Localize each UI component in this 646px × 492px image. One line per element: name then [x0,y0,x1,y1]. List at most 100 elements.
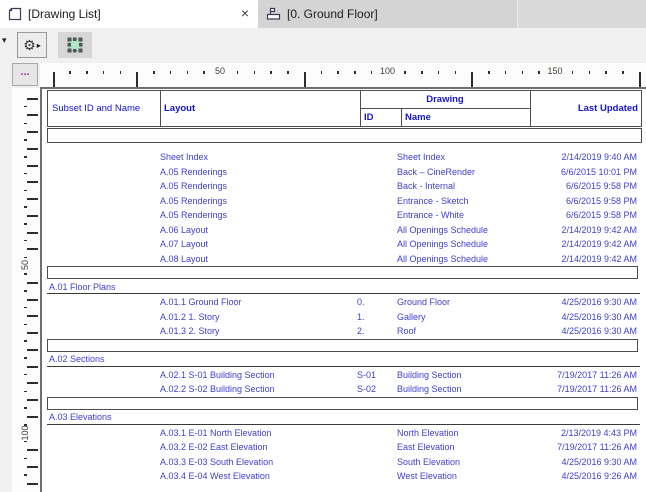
ruler-tick [27,131,38,133]
ruler-tick [136,72,139,87]
table-row: A.05 Renderings Entrance - Sketch 6/6/2015… [47,194,640,209]
table-row: A.02.1 S-01 Building Section S-01 Building… [47,368,640,383]
cell-updated: 2/14/2019 9:42 AM [561,253,637,264]
subset-title: A.03 Elevations [49,412,112,422]
subset-title: A.02 Sections [49,354,105,364]
ruler-tick [521,71,523,74]
cell-name: South Elevation [397,456,461,467]
header-separator-box [47,128,642,143]
cell-layout: A.01.1 Ground Floor [160,297,242,307]
ruler-dot [24,357,27,359]
close-icon[interactable]: × [241,5,249,21]
ruler-tick [622,71,624,74]
ruler-dot [24,122,27,125]
cell-updated: 6/6/2015 9:58 PM [565,210,637,220]
drawing-canvas[interactable]: Subset ID and Name Layout Drawing ID Nam… [40,87,646,492]
ruler-tick [27,248,38,251]
cell-id: 0. [357,297,365,307]
table-row: A.03.2 E-02 East Elevation East Elevation… [47,440,640,455]
flyout-arrow-icon: ▸ [36,40,41,50]
cell-updated: 2/13/2019 4:43 PM [560,427,637,438]
cell-updated: 4/25/2016 9:30 AM [561,297,637,307]
cell-name: Roof [397,326,417,336]
ruler-tick [27,399,38,401]
ruler-tick [605,71,607,74]
ruler-options-button[interactable]: ... [12,63,38,86]
ruler-dot [24,306,27,309]
table-row: A.06 Layout All Openings Schedule 2/14/201… [47,223,640,238]
marquee-button[interactable] [58,32,92,58]
ruler-tick [27,181,38,184]
ruler-tick [320,71,322,74]
cell-layout: A.03.1 E-01 North Elevation [160,427,272,438]
cell-updated: 2/14/2019 9:42 AM [561,224,637,235]
table-row: A.05 Renderings Back – CineRender 6/6/2015… [47,165,640,180]
header-subset-id: Subset ID and Name [52,103,141,114]
cell-updated: 4/25/2016 9:30 AM [561,456,637,467]
ruler-tick [303,72,306,87]
table-row: A.03.1 E-01 North Elevation North Elevati… [47,426,640,441]
toolbar-dropdown-arrow-icon[interactable]: ▾ [2,35,7,46]
cell-name: Entrance - Sketch [397,195,469,206]
document-icon [8,7,22,21]
cell-layout: A.06 Layout [160,224,209,235]
header-drawing: Drawing [426,94,464,105]
ruler-tick [169,71,172,74]
ruler-tick [27,114,38,117]
cell-layout: A.08 Layout [160,253,209,264]
tab-drawing-list[interactable]: [Drawing List] × [0,0,258,28]
ruler-dot [24,172,27,175]
ruler-tick [538,71,540,74]
ruler-dot [24,323,27,326]
subset-title: A.01 Floor Plans [49,281,116,292]
separator-row [47,396,638,410]
ruler-dot [24,290,27,292]
ruler-dot [24,273,27,275]
cell-name: Ground Floor [397,297,451,307]
cell-layout: A.02.1 S-01 Building Section [160,369,275,380]
cell-name: West Elevation [397,471,457,481]
ruler-dot [24,223,27,225]
floor-plan-icon [266,7,281,21]
ruler-dot [24,373,27,376]
ruler-tick [504,71,507,74]
settings-button[interactable]: ⚙ ▸ [17,32,47,58]
cell-name: All Openings Schedule [397,224,489,235]
cell-name: Entrance - White [397,210,465,220]
ruler-tick [638,72,641,87]
cell-layout: A.05 Renderings [160,181,228,191]
cell-name: Building Section [397,369,462,380]
subset-header-row: A.02 Sections [47,353,640,367]
ruler-tick [27,482,38,485]
application-window: [Drawing List] × [0. Ground Floor] ▾ ⚙ ▸ [0,0,646,492]
ruler-tick [370,71,373,74]
vertical-ruler: 50 100 [12,88,40,492]
ruler-tick [337,71,339,74]
ruler-dot [24,239,27,242]
ruler-tick [27,97,38,100]
tab-ground-floor[interactable]: [0. Ground Floor] [258,0,518,28]
cell-id: S-02 [357,384,377,394]
ruler-dot [24,139,27,141]
ruler-tick [27,315,38,318]
table-row: Sheet Index Sheet Index 2/14/2019 9:40 AM [47,150,640,165]
ruler-dot [24,390,27,393]
ruler-tick [27,198,38,200]
ruler-dot [24,189,27,192]
cell-layout: A.01.2 1. Story [160,311,220,322]
cell-id: 1. [357,311,365,322]
ruler-dot [24,440,27,443]
ruler-tick [236,71,239,74]
cell-name: East Elevation [397,442,455,452]
cell-layout: A.05 Renderings [160,166,228,177]
header-divider [530,91,531,126]
cell-layout: Sheet Index [160,152,209,162]
table-row: A.01.3 2. Story 2. Roof 4/25/2016 9:30 AM [47,324,640,339]
drawing-list-rows: Sheet Index Sheet Index 2/14/2019 9:40 AM A… [47,150,640,490]
ruler-tick [27,365,38,368]
table-row: A.07 Layout All Openings Schedule 2/14/201… [47,237,640,252]
cell-name: All Openings Schedule [397,239,489,249]
ruler-tick [253,71,255,74]
ruler-tick [354,71,356,74]
ruler-dot [24,105,27,108]
